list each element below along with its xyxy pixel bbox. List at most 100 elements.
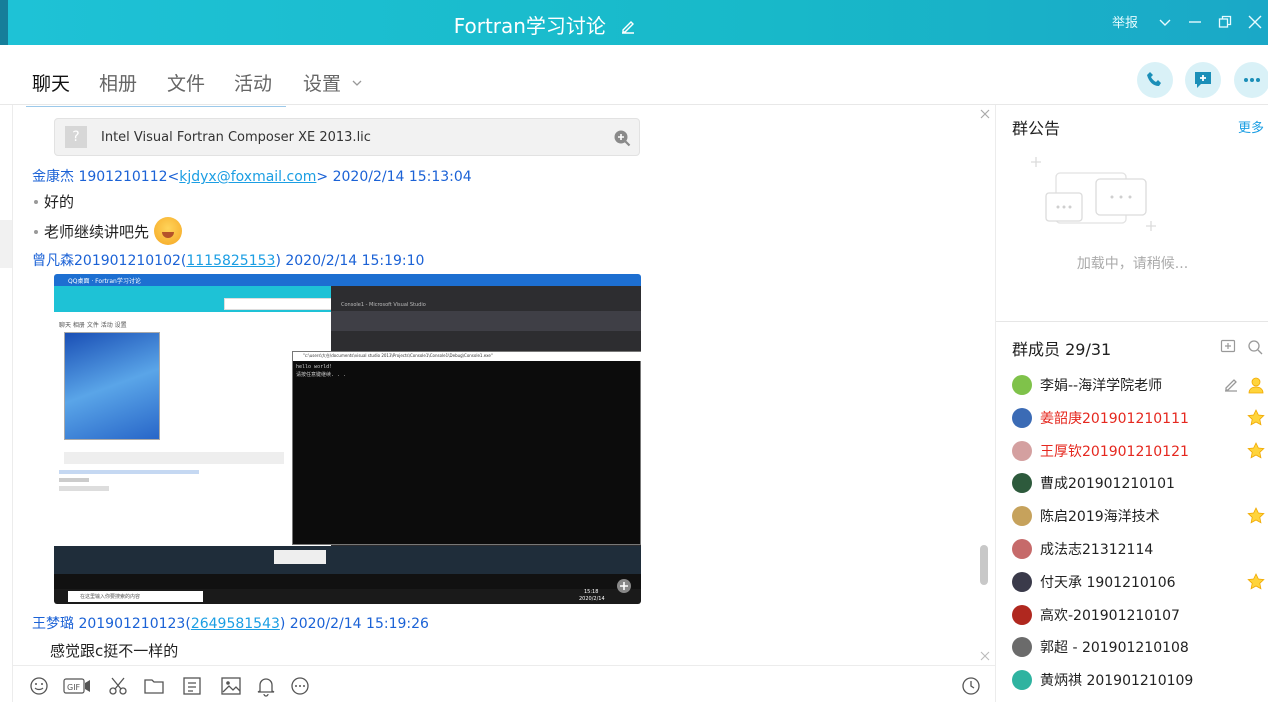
zoom-in-icon[interactable]	[613, 129, 631, 147]
panel-divider	[996, 321, 1268, 322]
tab-album[interactable]: 相册	[99, 69, 137, 96]
group-title-text: Fortran学习讨论	[453, 14, 606, 38]
shared-screenshot[interactable]: QQ桌面 · Fortran学习讨论 聊天 相册 文件 活动 设置 Consol…	[54, 274, 641, 604]
member-name: 曹成201901210101	[1040, 476, 1175, 493]
shot-titlebar: QQ桌面 · Fortran学习讨论	[54, 274, 641, 286]
screenshot-cut-icon[interactable]	[107, 675, 129, 697]
search-icon[interactable]	[1247, 339, 1263, 355]
folder-icon[interactable]	[143, 675, 165, 697]
chevron-down-icon[interactable]	[1158, 15, 1172, 29]
report-button[interactable]: 举报	[1112, 12, 1138, 31]
title-bar: Fortran学习讨论 举报	[0, 0, 1268, 45]
message-line: 好的	[44, 193, 75, 211]
sender-name: 曾凡森201901210102(	[32, 253, 187, 269]
unknown-file-icon: ?	[65, 126, 87, 148]
new-topic-button[interactable]	[1185, 62, 1221, 98]
bell-icon[interactable]	[255, 675, 277, 697]
avatar	[1012, 407, 1032, 428]
history-clock-icon[interactable]	[960, 675, 982, 697]
shot-console-titlebar: "c:\users\大仓\documents\visual studio 201…	[293, 352, 641, 361]
shot-windows-taskbar: 在这里输入你要搜索的内容 15:18 2020/2/14	[54, 589, 641, 604]
close-icon[interactable]	[1248, 15, 1262, 29]
chat-scrollbar[interactable]	[980, 545, 988, 585]
edit-icon[interactable]	[620, 19, 636, 35]
tab-settings[interactable]: 设置	[303, 69, 363, 96]
file-name: Intel Visual Fortran Composer XE 2013.li…	[101, 130, 371, 145]
tab-activity[interactable]: 活动	[234, 69, 272, 96]
member-item[interactable]: 王厚钦201901210121	[1012, 439, 1268, 463]
gif-icon[interactable]: GIF	[63, 675, 91, 697]
shot-console-line: 请按任意键继续. . .	[296, 372, 347, 378]
edit-icon[interactable]	[1223, 377, 1239, 393]
chevron-down-icon	[352, 80, 362, 86]
avatar	[1012, 375, 1032, 395]
shot-search-box: 在这里输入你要搜索的内容	[68, 591, 203, 602]
member-item[interactable]: 高欢-201901210107	[1012, 603, 1268, 627]
shot-clock: 15:18	[584, 589, 599, 595]
member-item[interactable]: 曹成201901210101	[1012, 471, 1268, 495]
member-name: 王厚钦201901210121	[1040, 443, 1189, 460]
announcement-more-link[interactable]: 更多	[1238, 117, 1264, 136]
admin-star-icon	[1247, 507, 1265, 524]
tab-settings-label: 设置	[303, 73, 342, 95]
member-name: 高欢-201901210107	[1040, 607, 1180, 624]
left-gutter	[0, 105, 13, 702]
message-sender: 王梦璐 201901210123(2649581543) 2020/2/14 1…	[32, 613, 429, 633]
admin-star-icon	[1247, 441, 1265, 459]
gutter-marker	[0, 220, 12, 268]
member-item[interactable]: 成法志21312114	[1012, 537, 1268, 561]
sender-qq-link[interactable]: 1115825153	[186, 253, 275, 269]
shot-console-window: "c:\users\大仓\documents\visual studio 201…	[292, 351, 641, 545]
file-attachment[interactable]: ? Intel Visual Fortran Composer XE 2013.…	[54, 118, 640, 156]
chat-area[interactable]: ? Intel Visual Fortran Composer XE 2013.…	[13, 105, 995, 665]
bullet	[34, 230, 38, 234]
sender-email-link[interactable]: kjdyx@foxmail.com	[179, 169, 316, 185]
shot-vs-toolbar	[331, 311, 641, 331]
shot-console-title: "c:\users\大仓\documents\visual studio 201…	[303, 353, 493, 358]
scroll-down-icon[interactable]	[979, 650, 991, 662]
sender-qq-link[interactable]: 2649581543	[191, 616, 280, 632]
member-item[interactable]: 姜韶庚201901210111	[1012, 406, 1268, 430]
avatar	[1012, 506, 1032, 527]
loading-text: 加载中，请稍候...	[1076, 256, 1189, 272]
svg-text:GIF: GIF	[67, 683, 81, 692]
member-name: 黄炳祺 201901210109	[1040, 673, 1194, 690]
voice-call-button[interactable]	[1137, 62, 1173, 98]
shot-date: 2020/2/14	[579, 596, 605, 602]
member-name: 郭超 - 201901210108	[1040, 640, 1189, 657]
add-member-icon[interactable]	[1220, 339, 1236, 355]
shot-taskbar-inner	[54, 546, 641, 574]
restore-icon[interactable]	[1218, 15, 1232, 29]
shot-tabs: 聊天 相册 文件 活动 设置	[59, 322, 127, 329]
owner-icon	[1248, 377, 1264, 394]
collapse-icon[interactable]	[979, 108, 991, 120]
members-title: 群成员 29/31	[1012, 340, 1112, 359]
zoom-in-icon[interactable]	[616, 578, 632, 594]
tab-chat[interactable]: 聊天	[32, 69, 70, 96]
laughing-emoji-icon	[153, 217, 182, 245]
tab-files[interactable]: 文件	[167, 69, 205, 96]
member-item[interactable]: 李娟--海洋学院老师	[1012, 373, 1268, 397]
message-sender: 金康杰 1901210112<kjdyx@foxmail.com> 2020/2…	[32, 166, 472, 186]
more-options-button[interactable]	[1234, 62, 1268, 98]
emoji-icon[interactable]	[28, 675, 50, 697]
shot-window-title: QQ桌面 · Fortran学习讨论	[68, 278, 141, 285]
message-sender: 曾凡森201901210102(1115825153) 2020/2/14 15…	[32, 250, 424, 270]
member-item[interactable]: 郭超 - 201901210108	[1012, 635, 1268, 659]
shot-taskbar-strip	[54, 574, 641, 589]
shot-notice	[224, 298, 334, 310]
shot-text-line	[59, 478, 89, 482]
message-text: 好的	[34, 191, 74, 212]
doc-icon[interactable]	[181, 675, 203, 697]
member-item[interactable]: 黄炳祺 201901210109	[1012, 668, 1268, 692]
sender-name: 王梦璐 201901210123(	[32, 616, 191, 632]
message-text: 老师继续讲吧先	[34, 217, 182, 245]
shot-file-card	[64, 452, 284, 464]
member-item[interactable]: 付天承 1901210106	[1012, 570, 1268, 594]
more-icon[interactable]	[289, 675, 311, 697]
member-name: 付天承 1901210106	[1040, 574, 1176, 591]
minimize-icon[interactable]	[1188, 15, 1202, 29]
empty-announcement-icon	[1031, 157, 1156, 231]
member-item[interactable]: 陈启2019海洋技术	[1012, 504, 1268, 528]
image-icon[interactable]	[220, 675, 242, 697]
